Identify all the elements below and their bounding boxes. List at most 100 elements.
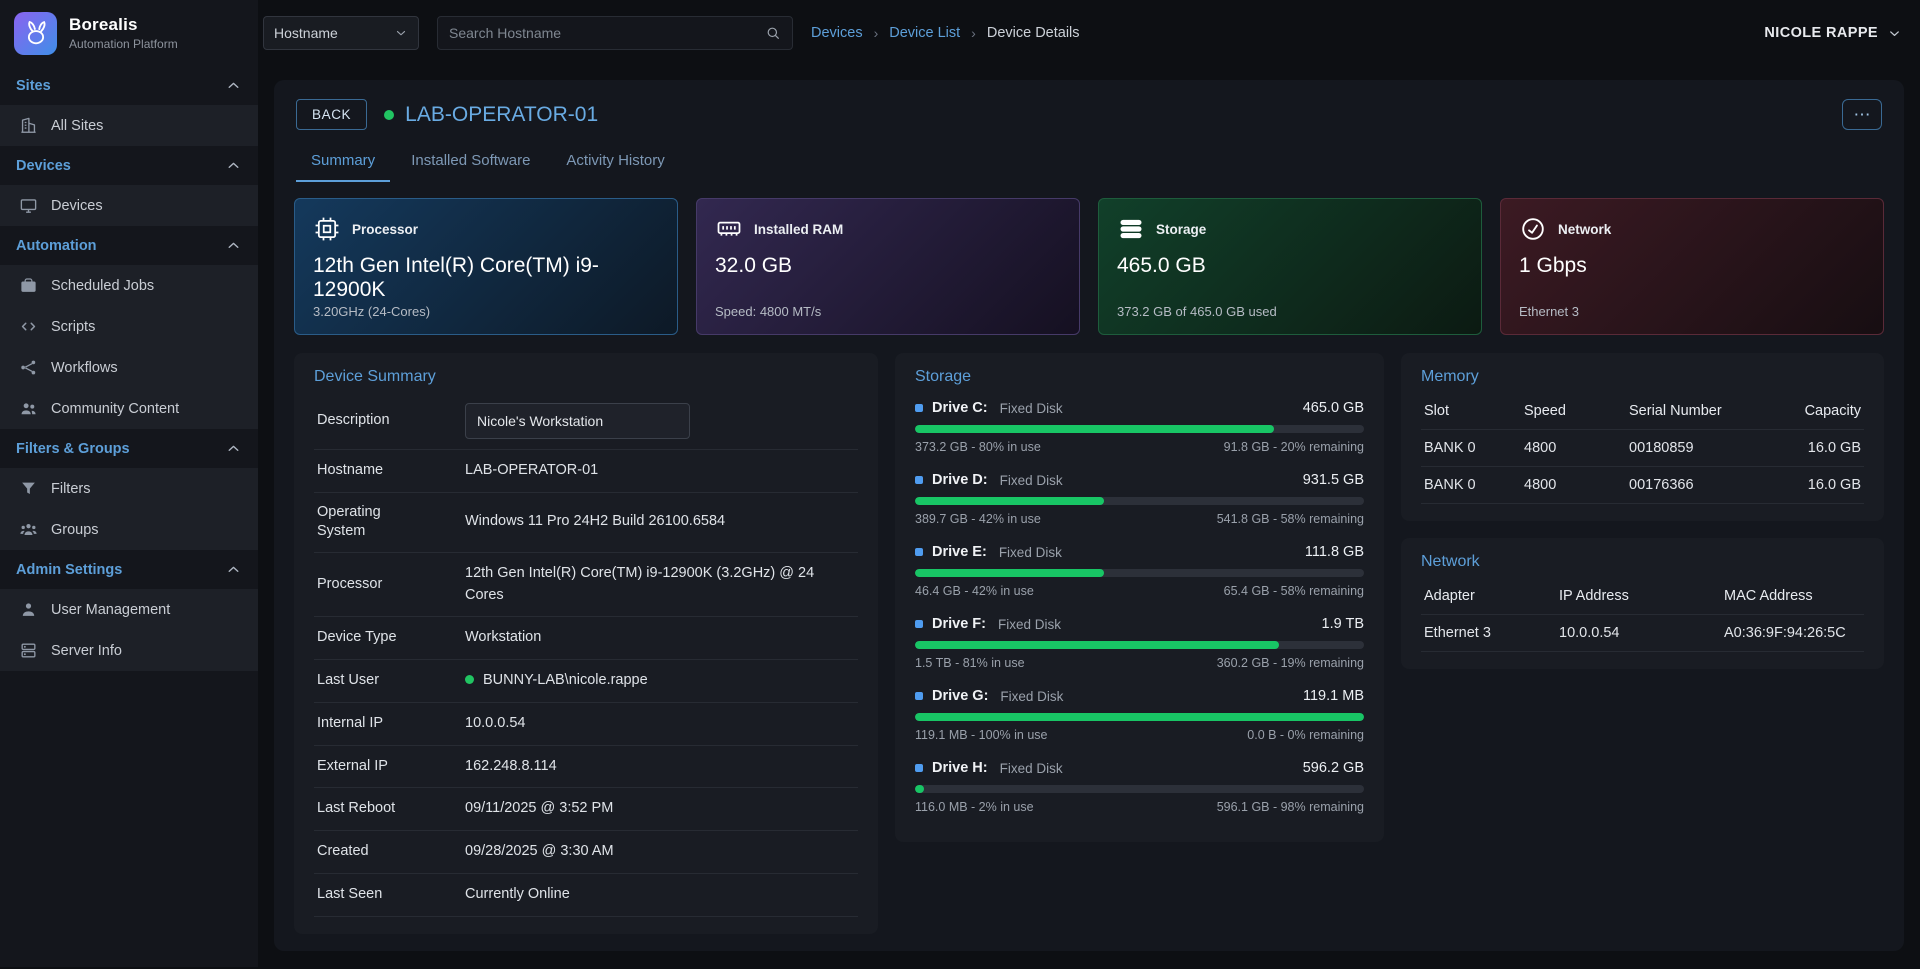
summary-value: Workstation xyxy=(465,627,541,649)
summary-row-created: Created09/28/2025 @ 3:30 AM xyxy=(314,831,858,874)
drive-capacity: 1.9 TB xyxy=(1322,616,1364,632)
chevron-up-icon xyxy=(225,561,242,578)
sidebar-section-sites[interactable]: Sites xyxy=(0,66,258,105)
sidebar-item-label: Devices xyxy=(51,198,103,214)
table-cell: 16.0 GB xyxy=(1784,477,1861,493)
sidebar-section-devices[interactable]: Devices xyxy=(0,146,258,185)
sidebar-item-workflows[interactable]: Workflows xyxy=(0,347,258,388)
code-icon xyxy=(19,317,38,336)
chevron-down-icon xyxy=(394,26,408,40)
sidebar-item-server-info[interactable]: Server Info xyxy=(0,630,258,671)
sidebar-section-admin-settings[interactable]: Admin Settings xyxy=(0,550,258,589)
summary-label: External IP xyxy=(317,757,429,777)
breadcrumb-device-details: Device Details xyxy=(987,25,1080,41)
drive-name: Drive C: xyxy=(932,400,988,416)
sidebar-nav: SitesAll SitesDevicesDevicesAutomationSc… xyxy=(0,66,258,671)
drive-type: Fixed Disk xyxy=(1000,401,1063,416)
chevron-up-icon xyxy=(225,77,242,94)
chevron-up-icon xyxy=(225,157,242,174)
drive-type: Fixed Disk xyxy=(1000,761,1063,776)
summary-row-processor: Processor 12th Gen Intel(R) Core(TM) i9-1… xyxy=(314,553,858,618)
table-header-cell: Serial Number xyxy=(1629,403,1784,419)
sidebar-section-automation[interactable]: Automation xyxy=(0,226,258,265)
brand-subtitle: Automation Platform xyxy=(69,37,178,51)
search-input[interactable] xyxy=(449,25,757,41)
sidebar-item-groups[interactable]: Groups xyxy=(0,509,258,550)
table-header-cell: IP Address xyxy=(1559,588,1724,604)
drive-type: Fixed Disk xyxy=(999,545,1062,560)
table-cell: 00176366 xyxy=(1629,477,1784,493)
breadcrumb-separator: › xyxy=(874,25,879,41)
sidebar-item-scripts[interactable]: Scripts xyxy=(0,306,258,347)
drive-type: Fixed Disk xyxy=(998,617,1061,632)
breadcrumb-devices[interactable]: Devices xyxy=(811,25,863,41)
summary-row-device-type: Device Type Workstation xyxy=(314,617,858,660)
hostname-dropdown[interactable]: Hostname xyxy=(263,16,419,50)
user-menu[interactable]: NICOLE RAPPE xyxy=(1764,25,1902,41)
drive-stats: 1.5 TB - 81% in use360.2 GB - 19% remain… xyxy=(915,656,1364,670)
sidebar-item-scheduled-jobs[interactable]: Scheduled Jobs xyxy=(0,265,258,306)
summary-row-description: Description xyxy=(314,393,858,450)
summary-value: 162.248.8.114 xyxy=(465,756,557,778)
drive-drive-f: Drive F:Fixed Disk1.9 TB1.5 TB - 81% in … xyxy=(915,609,1364,674)
tab-activity-history[interactable]: Activity History xyxy=(551,141,679,182)
summary-label: Internal IP xyxy=(317,714,429,734)
sidebar-section-filters-groups[interactable]: Filters & Groups xyxy=(0,429,258,468)
storage-panel: Storage Drive C:Fixed Disk465.0 GB373.2 … xyxy=(895,353,1384,842)
drive-capacity: 119.1 MB xyxy=(1303,688,1364,704)
search-box[interactable] xyxy=(437,16,793,50)
summary-label: Processor xyxy=(317,575,429,595)
sidebar-section-label: Admin Settings xyxy=(16,562,122,578)
sidebar-item-label: Filters xyxy=(51,481,90,497)
sidebar-item-filters[interactable]: Filters xyxy=(0,468,258,509)
drive-used: 119.1 MB - 100% in use xyxy=(915,728,1047,742)
back-button[interactable]: BACK xyxy=(296,99,367,130)
ram-icon xyxy=(715,215,743,243)
user-icon xyxy=(19,600,38,619)
sidebar-item-all-sites[interactable]: All Sites xyxy=(0,105,258,146)
drive-usage-fill xyxy=(915,785,924,793)
stat-card-network: Network1 GbpsEthernet 3 xyxy=(1500,198,1884,335)
summary-row-last-seen: Last SeenCurrently Online xyxy=(314,874,858,917)
sidebar-item-label: Server Info xyxy=(51,643,122,659)
drive-capacity: 931.5 GB xyxy=(1303,472,1364,488)
brand-text: Borealis Automation Platform xyxy=(69,15,178,51)
drive-usage-bar xyxy=(915,641,1364,649)
breadcrumb-device-list[interactable]: Device List xyxy=(889,25,960,41)
summary-label: Device Type xyxy=(317,628,429,648)
breadcrumb-separator: › xyxy=(971,25,976,41)
cpu-icon xyxy=(313,215,341,243)
sidebar-item-label: Workflows xyxy=(51,360,118,376)
table-header-row: AdapterIP AddressMAC Address xyxy=(1421,578,1864,615)
drive-remaining: 596.1 GB - 98% remaining xyxy=(1217,800,1364,814)
stat-card-footer: Ethernet 3 xyxy=(1519,304,1865,319)
drive-capacity: 465.0 GB xyxy=(1303,400,1364,416)
tab-installed-software[interactable]: Installed Software xyxy=(396,141,545,182)
network-icon xyxy=(1519,215,1547,243)
summary-value: 12th Gen Intel(R) Core(TM) i9-12900K (3.… xyxy=(465,563,855,607)
summary-label: Hostname xyxy=(317,461,429,481)
stat-card-label: Network xyxy=(1558,222,1611,237)
chevron-up-icon xyxy=(225,440,242,457)
tab-summary[interactable]: Summary xyxy=(296,141,390,182)
sidebar-section-label: Sites xyxy=(16,78,51,94)
sidebar-item-community-content[interactable]: Community Content xyxy=(0,388,258,429)
drive-usage-fill xyxy=(915,497,1104,505)
more-actions-button[interactable]: ⋯ xyxy=(1842,99,1882,130)
drive-usage-bar xyxy=(915,713,1364,721)
drive-header: Drive G:Fixed Disk119.1 MB xyxy=(915,688,1364,704)
sidebar-item-label: Scheduled Jobs xyxy=(51,278,154,294)
drive-usage-fill xyxy=(915,569,1104,577)
device-summary-title: Device Summary xyxy=(314,368,858,386)
stat-card-value: 12th Gen Intel(R) Core(TM) i9-12900K xyxy=(313,254,659,302)
description-input[interactable] xyxy=(465,403,690,439)
device-details-panel: BACK LAB-OPERATOR-01 ⋯ SummaryInstalled … xyxy=(274,80,1904,951)
summary-label: Operating System xyxy=(317,503,429,542)
online-status-dot xyxy=(384,110,394,120)
summary-value: 10.0.0.54 xyxy=(465,713,525,735)
sidebar-item-devices[interactable]: Devices xyxy=(0,185,258,226)
drive-usage-fill xyxy=(915,425,1274,433)
chevron-down-icon xyxy=(1887,26,1902,41)
content-area: BACK LAB-OPERATOR-01 ⋯ SummaryInstalled … xyxy=(258,66,1920,969)
sidebar-item-user-management[interactable]: User Management xyxy=(0,589,258,630)
